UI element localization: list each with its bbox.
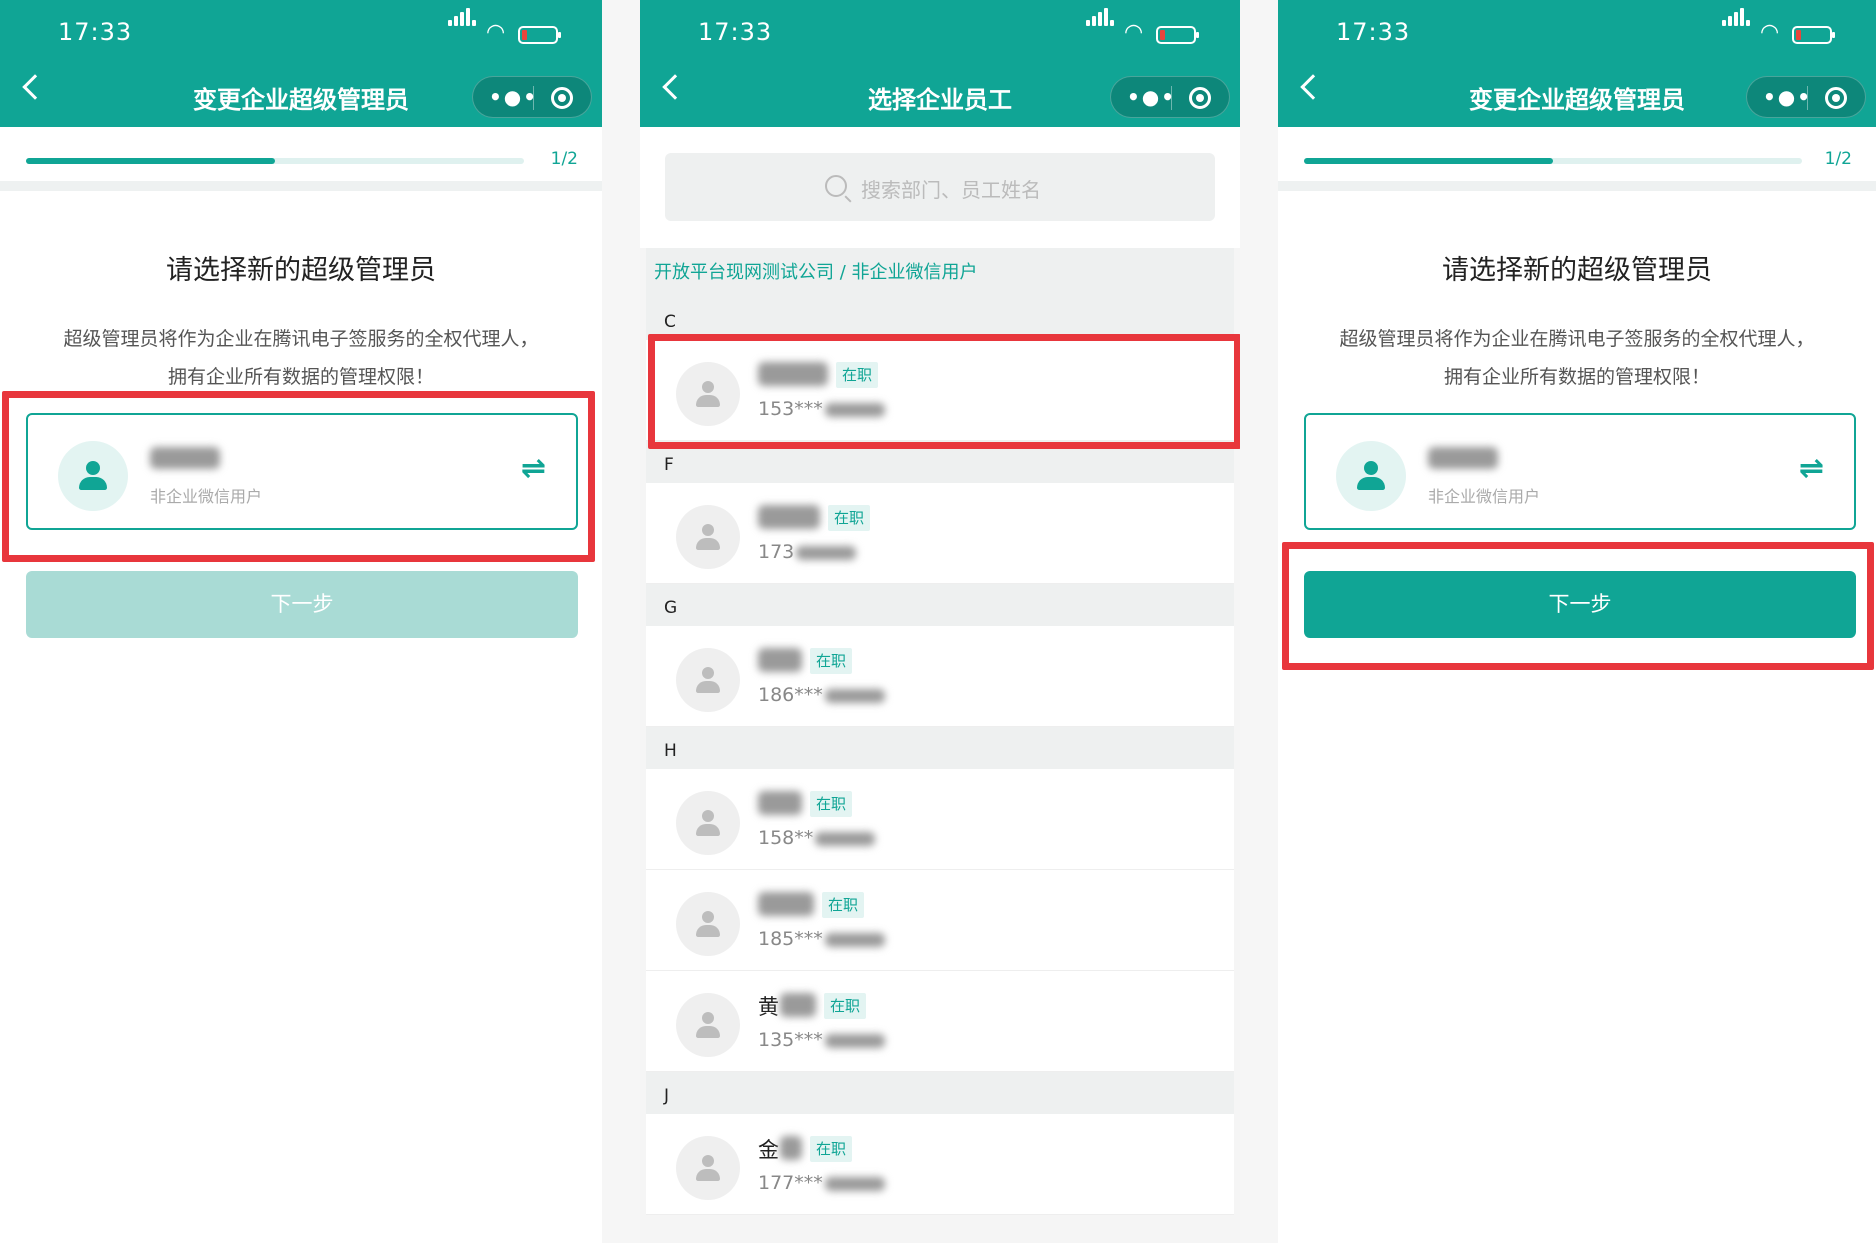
employee-name-initial: 黄 xyxy=(758,995,779,1019)
wifi-icon: ◠ xyxy=(1760,20,1780,45)
battery-icon xyxy=(1792,26,1835,44)
avatar xyxy=(676,892,740,956)
employee-list-item[interactable]: 在职 158** xyxy=(646,769,1234,870)
avatar xyxy=(1336,441,1406,511)
mini-program-capsule[interactable]: •●• xyxy=(472,76,592,118)
avatar xyxy=(676,791,740,855)
avatar xyxy=(676,648,740,712)
mini-program-capsule[interactable]: •●• xyxy=(1110,76,1230,118)
search-input[interactable]: 搜索部门、员工姓名 xyxy=(665,153,1215,221)
status-badge: 在职 xyxy=(822,892,865,918)
swap-icon[interactable]: ⇌ xyxy=(1799,451,1824,486)
status-badge: 在职 xyxy=(810,648,853,674)
employee-name-blurred xyxy=(758,648,802,672)
status-icons: ◠ xyxy=(1086,8,1202,45)
status-badge: 在职 xyxy=(810,791,853,817)
employee-phone: 177*** xyxy=(758,1172,885,1194)
highlight-box xyxy=(2,391,595,562)
avatar xyxy=(676,993,740,1057)
employee-list-item[interactable]: 金 在职 177*** xyxy=(646,1114,1234,1215)
employee-phone: 158** xyxy=(758,827,876,849)
progress-bar: 1/2 xyxy=(1278,127,1876,191)
person-icon xyxy=(696,911,720,937)
target-icon[interactable] xyxy=(551,87,573,109)
user-name-blurred xyxy=(1428,447,1498,469)
employee-phone: 186*** xyxy=(758,684,885,706)
screen-select-admin: 17:33 ◠ 变更企业超级管理员 •●• 1/2 请选择新的超级管理员 超级管… xyxy=(0,0,602,1243)
avatar xyxy=(676,1136,740,1200)
highlight-box xyxy=(1282,542,1874,670)
person-icon xyxy=(696,524,720,550)
employee-name-initial: 金 xyxy=(758,1138,779,1162)
more-icon[interactable]: •●• xyxy=(1763,85,1812,109)
avatar xyxy=(676,505,740,569)
employee-phone: 173 xyxy=(758,541,857,563)
screen-select-employee: 17:33 ◠ 选择企业员工 •●• 搜索部门、员工姓名 开放平台现网测试公司 … xyxy=(640,0,1241,1243)
wifi-icon: ◠ xyxy=(1124,20,1144,45)
employee-list-item[interactable]: 在职 173 xyxy=(646,483,1234,584)
nav-header: 17:33 ◠ 变更企业超级管理员 •●• xyxy=(0,0,602,127)
progress-bar: 1/2 xyxy=(0,127,602,191)
mini-program-capsule[interactable]: •●• xyxy=(1746,76,1866,118)
target-icon[interactable] xyxy=(1189,87,1211,109)
status-badge: 在职 xyxy=(824,993,867,1019)
description: 超级管理员将作为企业在腾讯电子签服务的全权代理人， 拥有企业所有数据的管理权限！ xyxy=(1339,328,1815,388)
wifi-icon: ◠ xyxy=(486,20,506,45)
highlight-box xyxy=(648,334,1241,449)
status-time: 17:33 xyxy=(698,18,773,46)
employee-phone: 135*** xyxy=(758,1029,885,1051)
nav-header: 17:33 ◠ 选择企业员工 •●• xyxy=(640,0,1240,127)
employee-list-item[interactable]: 在职 186*** xyxy=(646,626,1234,727)
employee-name-blurred xyxy=(758,505,820,529)
person-icon xyxy=(696,1012,720,1038)
group-letter-g: G xyxy=(646,584,1234,626)
group-letter-h: H xyxy=(646,727,1234,769)
progress-label: 1/2 xyxy=(1824,149,1852,169)
battery-icon xyxy=(518,26,561,44)
nav-header: 17:33 ◠ 变更企业超级管理员 •●• xyxy=(1278,0,1876,127)
person-icon xyxy=(696,667,720,693)
status-icons: ◠ xyxy=(1722,8,1838,45)
user-type: 非企业微信用户 xyxy=(1428,487,1541,506)
status-time: 17:33 xyxy=(1336,18,1411,46)
battery-icon xyxy=(1156,26,1199,44)
more-icon[interactable]: •●• xyxy=(1127,85,1176,109)
status-badge: 在职 xyxy=(828,505,871,531)
employee-name-blurred xyxy=(758,892,814,916)
group-letter-j: J xyxy=(646,1072,1234,1114)
person-icon xyxy=(696,810,720,836)
description: 超级管理员将作为企业在腾讯电子签服务的全权代理人， 拥有企业所有数据的管理权限！ xyxy=(63,328,539,388)
selected-user-card[interactable]: 非企业微信用户 ⇌ xyxy=(1304,413,1856,530)
search-icon xyxy=(825,175,847,197)
target-icon[interactable] xyxy=(1825,87,1847,109)
status-time: 17:33 xyxy=(58,18,133,46)
employee-list-item[interactable]: 黄 在职 135*** xyxy=(646,971,1234,1072)
next-button[interactable]: 下一步 xyxy=(26,571,578,638)
more-icon[interactable]: •●• xyxy=(489,85,538,109)
person-icon xyxy=(1357,461,1385,491)
progress-label: 1/2 xyxy=(550,149,578,169)
employee-name-blurred xyxy=(780,1136,802,1160)
section-heading: 请选择新的超级管理员 xyxy=(1442,255,1712,286)
section-heading: 请选择新的超级管理员 xyxy=(166,255,436,286)
status-icons: ◠ xyxy=(448,8,564,45)
employee-phone: 185*** xyxy=(758,928,885,950)
breadcrumb[interactable]: 开放平台现网测试公司 / 非企业微信用户 xyxy=(646,248,1234,298)
employee-name-blurred xyxy=(758,791,802,815)
employee-list-item[interactable]: 在职 185*** xyxy=(646,870,1234,971)
search-placeholder: 搜索部门、员工姓名 xyxy=(861,178,1041,202)
person-icon xyxy=(696,1155,720,1181)
screen-select-admin-selected: 17:33 ◠ 变更企业超级管理员 •●• 1/2 请选择新的超级管理员 超级管… xyxy=(1278,0,1876,1243)
status-badge: 在职 xyxy=(810,1136,853,1162)
employee-name-blurred xyxy=(780,993,816,1017)
